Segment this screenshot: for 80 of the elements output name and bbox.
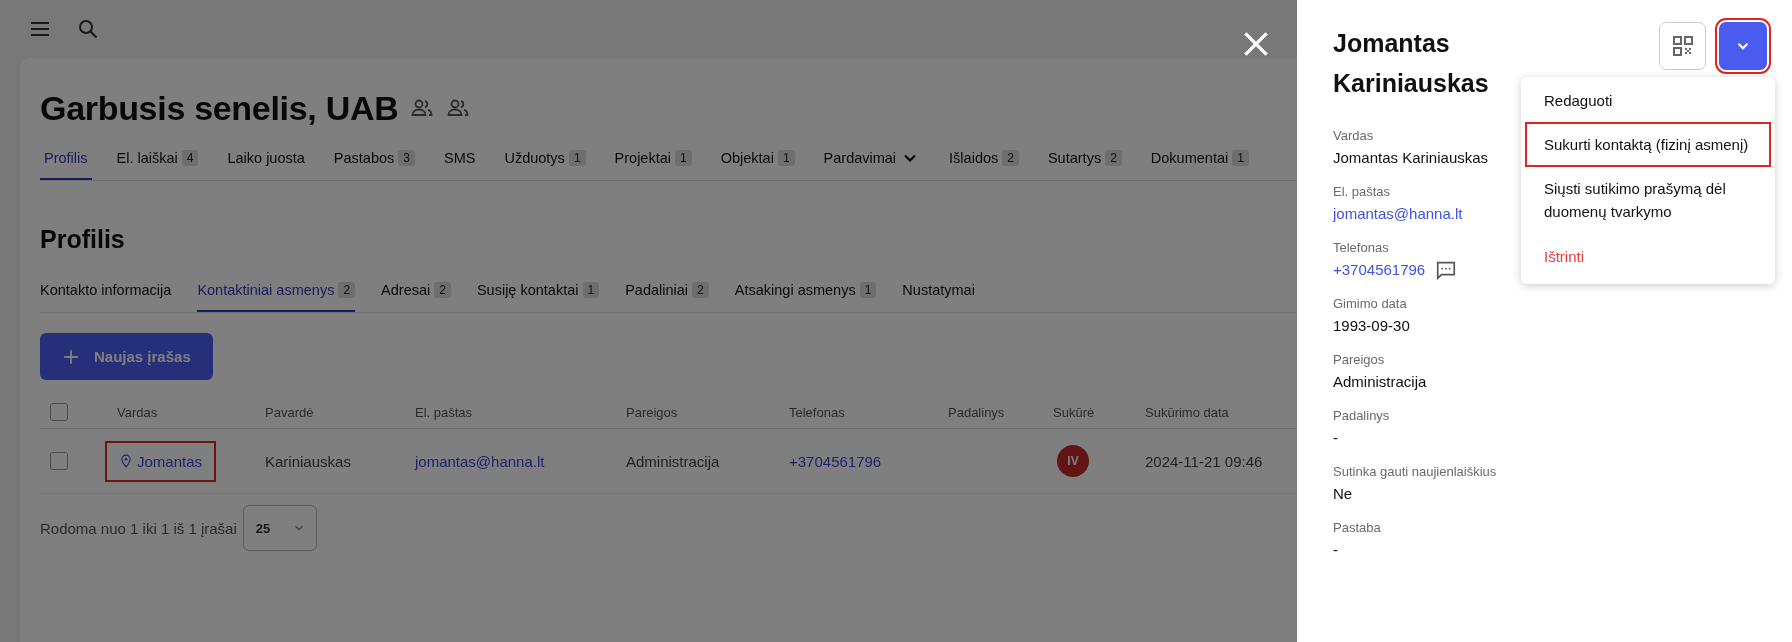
menu-item[interactable]: Siųsti sutikimo prašymą dėl duomenų tvarkymo bbox=[1525, 169, 1771, 231]
column-header: Pavardė bbox=[265, 404, 314, 420]
count-badge: 3 bbox=[398, 150, 415, 166]
field-label: Padalinys bbox=[1333, 407, 1390, 425]
company-title: Garbusis senelis, UAB bbox=[40, 88, 399, 128]
qr-code-button[interactable] bbox=[1659, 22, 1706, 70]
tab[interactable]: Išlaidos 2 bbox=[945, 144, 1023, 180]
tab[interactable]: Laiko juosta bbox=[223, 144, 309, 180]
count-badge: 1 bbox=[859, 282, 877, 298]
count-badge: 2 bbox=[1105, 150, 1122, 166]
tab[interactable]: Projektai 1 bbox=[610, 144, 696, 180]
field-label: Vardas bbox=[1333, 127, 1374, 145]
phone-link[interactable]: +3704561796 bbox=[789, 452, 882, 470]
field-value: Ne bbox=[1333, 484, 1353, 504]
field-label: Pareigos bbox=[1333, 351, 1385, 369]
count-badge: 1 bbox=[568, 150, 586, 166]
menu-item[interactable]: Redaguoti bbox=[1525, 81, 1771, 120]
column-header: Vardas bbox=[117, 404, 158, 420]
checkbox[interactable] bbox=[50, 452, 68, 470]
tab[interactable]: Kontakto informacija bbox=[40, 278, 172, 312]
field-label: Sutinka gauti naujienlaiškius bbox=[1333, 463, 1497, 481]
tab[interactable]: Dokumentai 1 bbox=[1146, 144, 1253, 180]
field-label: Pastaba bbox=[1333, 519, 1381, 537]
tab[interactable]: El. laiškai 4 bbox=[112, 144, 203, 180]
contact-name: Jomantas Kariniauskas bbox=[1333, 28, 1489, 99]
column-header: Sukūrimo data bbox=[1145, 404, 1229, 420]
count-badge: 2 bbox=[338, 282, 356, 298]
search-icon[interactable] bbox=[76, 17, 100, 41]
table-cell: Administracija bbox=[626, 452, 720, 470]
tab[interactable]: Pastabos 3 bbox=[329, 144, 419, 180]
tab[interactable]: Susiję kontaktai 1 bbox=[476, 278, 600, 312]
pin-icon bbox=[119, 454, 133, 468]
menu-item[interactable]: Sukurti kontaktą (fizinį asmenį) bbox=[1525, 122, 1771, 167]
table-cell: Kariniauskas bbox=[265, 452, 351, 470]
column-header: El. paštas bbox=[415, 404, 473, 420]
tab[interactable]: SMS bbox=[440, 144, 480, 180]
tab[interactable]: Padaliniai 2 bbox=[625, 278, 709, 312]
qr-code-icon bbox=[1670, 34, 1695, 58]
column-header: Pareigos bbox=[626, 404, 678, 420]
tab[interactable]: Objektai 1 bbox=[716, 144, 799, 180]
pagination-summary: Rodoma nuo 1 iki 1 iš 1 įrašai bbox=[40, 519, 237, 537]
tab[interactable]: Sutartys 2 bbox=[1043, 144, 1126, 180]
tab[interactable]: Užduotys 1 bbox=[500, 144, 590, 180]
field-label: El. paštas bbox=[1333, 183, 1391, 201]
count-badge: 1 bbox=[582, 282, 600, 298]
email-link[interactable]: jomantas@hanna.lt bbox=[415, 452, 545, 470]
tab[interactable]: Kontaktiniai asmenys 2 bbox=[197, 278, 356, 312]
plus-icon bbox=[62, 347, 80, 366]
count-badge: 1 bbox=[675, 150, 692, 166]
tab[interactable]: Atsakingi asmenys 1 bbox=[734, 278, 877, 312]
column-header: Telefonas bbox=[789, 404, 845, 420]
checkbox[interactable] bbox=[50, 403, 68, 421]
tab[interactable]: Nustatymai bbox=[902, 278, 975, 312]
field-label: Gimimo data bbox=[1333, 295, 1407, 313]
column-header: Padalinys bbox=[948, 404, 1005, 420]
count-badge: 1 bbox=[777, 150, 795, 166]
field-value: Administracija bbox=[1333, 372, 1427, 392]
menu-item[interactable]: Ištrinti bbox=[1525, 237, 1771, 276]
field-value: - bbox=[1333, 540, 1338, 560]
table-cell: 2024-11-21 09:46 bbox=[1145, 452, 1263, 470]
field-value: Jomantas Kariniauskas bbox=[1333, 148, 1489, 168]
tab[interactable]: Adresai 2 bbox=[381, 278, 451, 312]
email-link[interactable]: jomantas@hanna.lt bbox=[1333, 202, 1463, 225]
new-record-button[interactable]: Naujas įrašas bbox=[40, 333, 213, 380]
page-size-select[interactable]: 25 bbox=[242, 505, 318, 551]
phone-link[interactable]: +3704561796 bbox=[1333, 258, 1426, 281]
field-label: Telefonas bbox=[1333, 239, 1389, 257]
count-badge: 1 bbox=[1232, 150, 1249, 166]
count-badge: 2 bbox=[1002, 150, 1019, 166]
name-link[interactable]: Jomantas bbox=[105, 440, 217, 482]
tab[interactable]: Profilis bbox=[40, 144, 92, 180]
count-badge: 4 bbox=[181, 150, 199, 166]
field-value: 1993-09-30 bbox=[1333, 316, 1410, 336]
field-value: - bbox=[1333, 428, 1338, 448]
column-header: Sukūrė bbox=[1053, 404, 1095, 420]
tab[interactable]: Pardavimai bbox=[819, 144, 925, 180]
creator-avatar: IV bbox=[1057, 445, 1089, 477]
count-badge: 2 bbox=[692, 282, 709, 298]
section-title: Profilis bbox=[40, 225, 125, 254]
count-badge: 2 bbox=[434, 282, 451, 298]
